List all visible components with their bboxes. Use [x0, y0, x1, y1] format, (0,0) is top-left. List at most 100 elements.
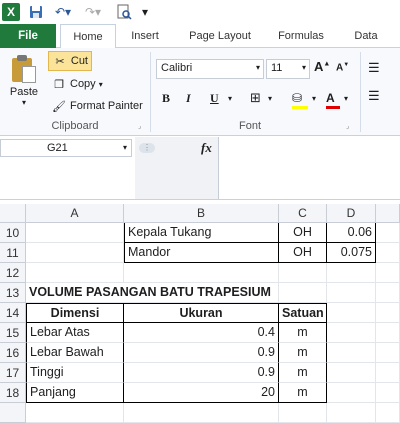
save-icon[interactable] — [28, 3, 44, 21]
cell-d13[interactable] — [327, 283, 376, 303]
cell-b15[interactable]: 0.4 — [124, 323, 279, 343]
cell-a18[interactable]: Panjang — [26, 383, 124, 403]
italic-button[interactable]: I — [186, 88, 191, 108]
expand-handle-icon[interactable]: ⋮ — [139, 143, 155, 153]
cell-d15[interactable] — [327, 323, 376, 343]
cell-c15[interactable]: m — [279, 323, 327, 343]
shrink-font-icon[interactable]: A▼ — [336, 62, 349, 73]
cell-e18[interactable] — [376, 383, 400, 403]
chevron-down-icon[interactable]: ▾ — [123, 143, 127, 152]
chevron-down-icon[interactable]: ▾ — [312, 88, 316, 108]
cell-d12[interactable] — [327, 263, 376, 283]
tab-home[interactable]: Home — [60, 24, 116, 49]
grow-font-icon[interactable]: A▲ — [314, 59, 330, 74]
cell-d18[interactable] — [327, 383, 376, 403]
font-color-button[interactable]: A — [326, 88, 335, 108]
column-header-d[interactable]: D — [327, 204, 376, 223]
cell-d17[interactable] — [327, 363, 376, 383]
cell-a12[interactable] — [26, 263, 124, 283]
cell-c19[interactable] — [279, 403, 327, 423]
cell-e19[interactable] — [376, 403, 400, 423]
cell-b14[interactable]: Ukuran — [124, 303, 279, 323]
cell-c16[interactable]: m — [279, 343, 327, 363]
row-header[interactable]: 18 — [0, 383, 26, 403]
cell-c11[interactable]: OH — [279, 243, 327, 263]
cell-b17[interactable]: 0.9 — [124, 363, 279, 383]
cell-c13[interactable] — [279, 283, 327, 303]
cell-e10[interactable] — [376, 223, 400, 243]
column-header-a[interactable]: A — [26, 204, 124, 223]
chevron-down-icon[interactable]: ▾ — [344, 88, 348, 108]
cell-b10[interactable]: Kepala Tukang — [124, 223, 279, 243]
chevron-down-icon[interactable]: ▾ — [268, 88, 272, 108]
font-launcher-icon[interactable]: ⌟ — [346, 123, 354, 131]
cell-a19[interactable] — [26, 403, 124, 423]
insert-function-icon[interactable]: fx — [201, 140, 212, 156]
cell-a14[interactable]: Dimensi — [26, 303, 124, 323]
align-top-icon[interactable]: ☰ — [368, 60, 380, 76]
cell-b18[interactable]: 20 — [124, 383, 279, 403]
tab-data[interactable]: Data — [346, 24, 386, 48]
customize-dropdown-icon[interactable]: ▾ — [140, 3, 150, 21]
chevron-down-icon[interactable]: ▾ — [99, 80, 103, 89]
cell-e14[interactable] — [376, 303, 400, 323]
row-header[interactable]: 12 — [0, 263, 26, 283]
tab-formulas[interactable]: Formulas — [272, 24, 330, 48]
cell-a10[interactable] — [26, 223, 124, 243]
undo-icon[interactable]: ↶▾ — [52, 3, 74, 21]
cell-e17[interactable] — [376, 363, 400, 383]
clipboard-launcher-icon[interactable]: ⌟ — [138, 123, 146, 131]
row-header[interactable]: 17 — [0, 363, 26, 383]
cell-d10[interactable]: 0.06 — [327, 223, 376, 243]
font-name-select[interactable]: Calibri ▾ — [156, 59, 264, 79]
borders-icon[interactable]: ⊞ — [250, 88, 261, 108]
cell-b11[interactable]: Mandor — [124, 243, 279, 263]
align-left-icon[interactable]: ☰ — [368, 88, 380, 104]
cell-c14[interactable]: Satuan — [279, 303, 327, 323]
bold-button[interactable]: B — [162, 88, 170, 108]
chevron-down-icon[interactable]: ▾ — [4, 98, 44, 107]
row-header[interactable]: 10 — [0, 223, 26, 243]
tab-insert[interactable]: Insert — [122, 24, 168, 48]
tab-page-layout[interactable]: Page Layout — [182, 24, 258, 48]
cell-a13[interactable]: VOLUME PASANGAN BATU TRAPESIUM — [26, 283, 271, 303]
chevron-down-icon[interactable]: ▾ — [228, 88, 232, 108]
cell-e13[interactable] — [376, 283, 400, 303]
tab-file[interactable]: File — [0, 24, 56, 48]
cell-d11[interactable]: 0.075 — [327, 243, 376, 263]
cell-e16[interactable] — [376, 343, 400, 363]
column-header-e[interactable] — [376, 204, 400, 223]
underline-button[interactable]: U — [210, 88, 219, 108]
cell-d16[interactable] — [327, 343, 376, 363]
cell-a15[interactable]: Lebar Atas — [26, 323, 124, 343]
cell-a11[interactable] — [26, 243, 124, 263]
row-header[interactable]: 16 — [0, 343, 26, 363]
font-size-select[interactable]: 11 ▾ — [266, 59, 310, 79]
cell-b12[interactable] — [124, 263, 279, 283]
row-header[interactable]: 15 — [0, 323, 26, 343]
print-preview-icon[interactable] — [114, 3, 134, 21]
cell-c17[interactable]: m — [279, 363, 327, 383]
formula-input[interactable] — [220, 137, 400, 199]
cell-c18[interactable]: m — [279, 383, 327, 403]
column-header-c[interactable]: C — [279, 204, 327, 223]
cell-a16[interactable]: Lebar Bawah — [26, 343, 124, 363]
cell-c10[interactable]: OH — [279, 223, 327, 243]
paste-button[interactable]: Paste ▾ — [4, 52, 44, 112]
row-header[interactable] — [0, 403, 26, 423]
cell-a17[interactable]: Tinggi — [26, 363, 124, 383]
cell-b19[interactable] — [124, 403, 279, 423]
cell-d14[interactable] — [327, 303, 376, 323]
name-box[interactable]: G21 ▾ — [0, 139, 132, 157]
cell-d19[interactable] — [327, 403, 376, 423]
cell-b16[interactable]: 0.9 — [124, 343, 279, 363]
row-header[interactable]: 14 — [0, 303, 26, 323]
copy-button[interactable]: ❐ Copy ▾ — [48, 74, 106, 94]
redo-icon[interactable]: ↷▾ — [82, 3, 104, 21]
cut-button[interactable]: ✂ Cut — [48, 51, 92, 71]
select-all-corner[interactable] — [0, 204, 26, 223]
column-header-b[interactable]: B — [124, 204, 279, 223]
row-header[interactable]: 13 — [0, 283, 26, 303]
fill-color-icon[interactable]: ⛁ — [292, 88, 302, 108]
cell-e11[interactable] — [376, 243, 400, 263]
